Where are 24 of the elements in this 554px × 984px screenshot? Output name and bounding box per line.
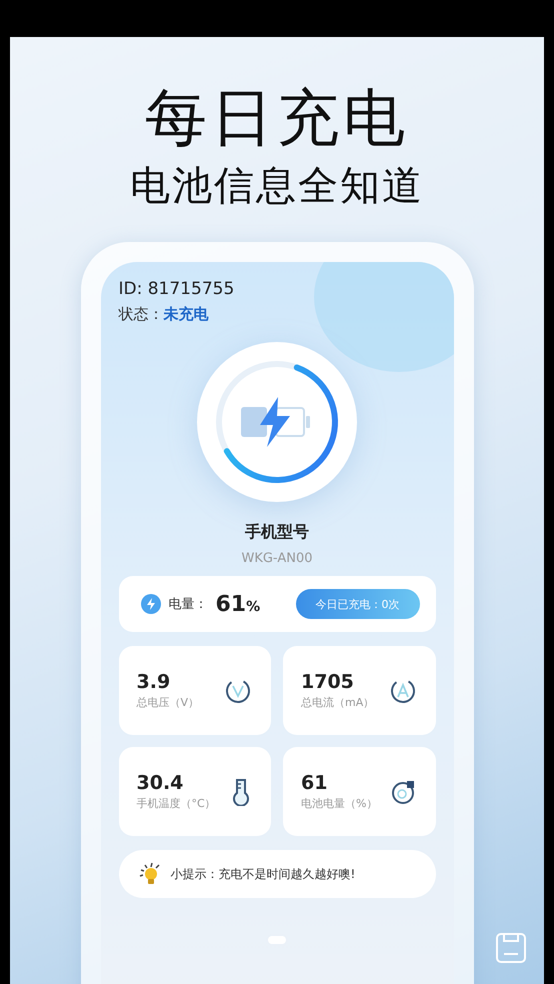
status-value: 未充电 [164, 305, 208, 324]
stat-value: 61 [301, 772, 328, 794]
stat-label: 总电压（V） [136, 695, 200, 710]
tip-text: 小提示：充电不是时间越久越好噢! [170, 866, 356, 882]
stat-value: 30.4 [136, 772, 184, 794]
today-charged-button[interactable]: 今日已充电：0次 [296, 589, 420, 619]
status-label: 状态： [118, 305, 164, 324]
stat-label: 总电流（mA） [301, 695, 374, 710]
stat-label: 电池电量（%） [301, 796, 378, 811]
save-icon[interactable] [495, 932, 527, 964]
lightbulb-icon [138, 862, 162, 886]
stat-label: 手机温度（°C） [136, 796, 216, 811]
battery-label: 电量： [168, 596, 208, 613]
model-value: WKG-AN00 [241, 551, 313, 566]
battery-value: 61% [216, 592, 260, 616]
thermometer-icon [231, 778, 251, 806]
stat-value: 3.9 [136, 671, 172, 693]
stat-value: 1705 [301, 671, 355, 693]
device-id: ID: 81715755 [118, 279, 236, 299]
model-label: 手机型号 [245, 522, 309, 543]
bolt-icon [140, 594, 160, 614]
headline: 每日充电 [145, 83, 409, 153]
subheadline: 电池信息全知道 [130, 162, 424, 211]
capacity-icon [390, 778, 416, 804]
